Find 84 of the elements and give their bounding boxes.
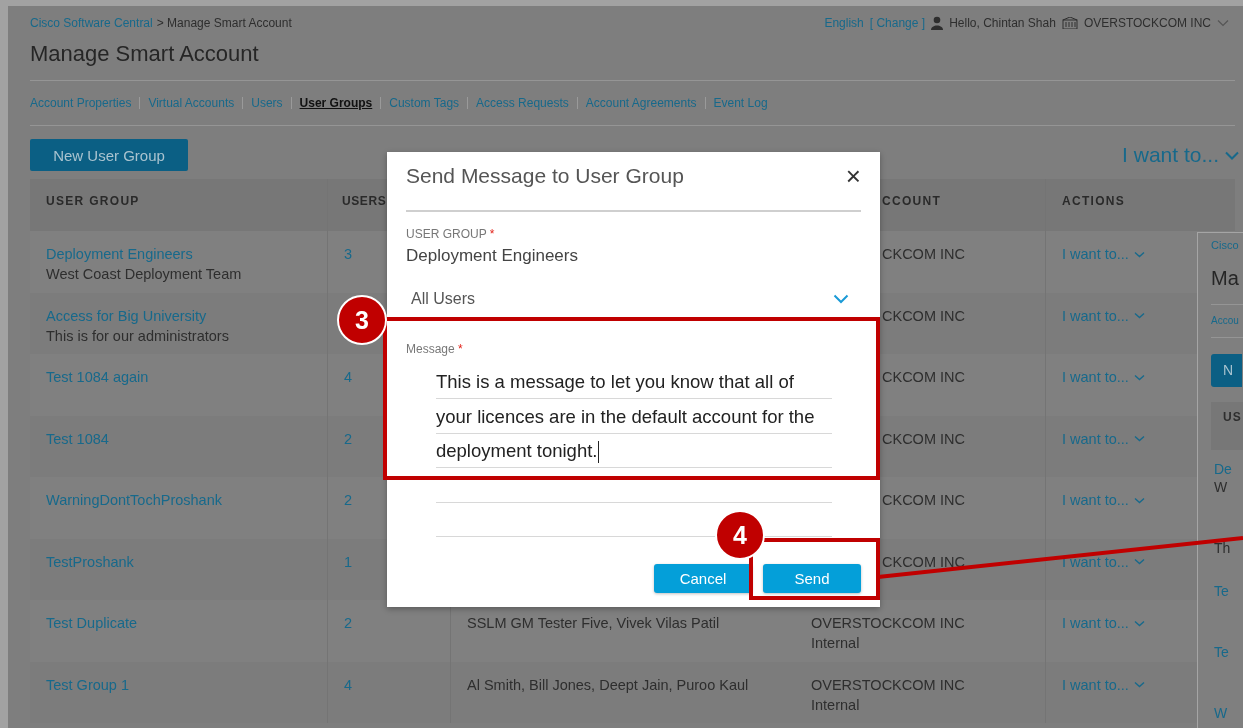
column-header: USER GROUP [45, 193, 141, 210]
users-count-link[interactable]: 2 [344, 490, 353, 510]
nav-tab[interactable]: Account Properties [30, 97, 140, 109]
account-text: CKCOM INC [882, 429, 966, 449]
group-description: This is for our administrators [46, 326, 230, 346]
user-group-value: Deployment Engineers [406, 245, 579, 267]
account-text: OVERSTOCKCOM INC [811, 675, 966, 695]
users-count-link[interactable]: 4 [344, 367, 353, 387]
account-text: CKCOM INC [882, 368, 966, 387]
nav-tab[interactable]: Virtual Accounts [139, 97, 243, 109]
members-text: Al Smith, Bill Jones, Deept Jain, Puroo Kaul [467, 676, 749, 693]
nav-tab[interactable]: Custom Tags [380, 97, 468, 109]
row-actions-menu[interactable]: I want to... [1062, 305, 1145, 326]
language-label: English [824, 16, 864, 30]
users-count-link[interactable]: 4 [344, 674, 353, 695]
nav-tab[interactable]: Event Log [704, 97, 776, 109]
chevron-down-icon [1133, 373, 1145, 381]
row-actions-menu[interactable]: I want to... [1062, 613, 1145, 633]
group-description: West Coast Deployment Team [46, 265, 243, 284]
cancel-button[interactable]: Cancel [654, 564, 752, 593]
column-header: CCOUNT [882, 194, 942, 208]
nav-tab[interactable]: Access Requests [467, 97, 577, 109]
account-text: CKCOM INC [882, 552, 966, 572]
group-name-link[interactable]: Test Duplicate [46, 613, 138, 633]
chevron-down-icon[interactable] [1217, 19, 1229, 27]
row-actions-menu[interactable]: I want to... [1062, 674, 1145, 695]
chevron-down-icon [1133, 558, 1145, 565]
user-icon [931, 16, 944, 30]
group-name-link[interactable]: WarningDontTochProshank [46, 490, 222, 510]
row-actions-menu[interactable]: I want to... [1062, 367, 1145, 387]
nav-tab[interactable]: Users [242, 97, 291, 109]
users-count-link[interactable]: 2 [344, 428, 353, 449]
preview-title: Ma [1211, 264, 1243, 305]
chevron-down-icon [1225, 150, 1239, 160]
required-mark: * [458, 342, 463, 356]
row-actions-menu[interactable]: I want to... [1062, 490, 1145, 510]
chevron-down-icon [1133, 619, 1145, 627]
preview-column-header: US [1223, 410, 1242, 424]
group-name-link[interactable]: Test 1084 again [46, 367, 149, 387]
group-name-link[interactable]: TestProshank [46, 551, 134, 572]
group-name-link[interactable]: Deployment Engineers [46, 244, 193, 264]
members-text: SSLM GM Tester Five, Vivek Vilas Patil [467, 615, 720, 631]
row-actions-menu[interactable]: I want to... [1062, 428, 1145, 449]
account-type-text: Internal [811, 695, 861, 715]
account-text: CKCOM INC [882, 491, 966, 510]
chevron-down-icon [1133, 681, 1145, 688]
group-name-link[interactable]: Test 1084 [46, 428, 109, 449]
preview-group-name: Te [1214, 582, 1230, 600]
row-actions-menu[interactable]: I want to... [1062, 244, 1145, 264]
chevron-down-icon [1133, 435, 1145, 442]
account-text: CKCOM INC [882, 245, 966, 264]
actions-menu[interactable]: I want to... [1122, 143, 1239, 167]
account-text: OVERSTOCKCOM INC [811, 614, 966, 633]
chevron-down-icon [833, 294, 849, 304]
send-button[interactable]: Send [763, 564, 861, 593]
close-button[interactable]: × [845, 164, 861, 188]
users-count-link[interactable]: 2 [344, 613, 353, 633]
new-user-group-button[interactable]: New User Group [30, 139, 188, 171]
breadcrumb-current: > Manage Smart Account [156, 16, 292, 30]
account-name: OVERSTOCKCOM INC [1083, 16, 1211, 30]
building-icon [1061, 17, 1078, 29]
breadcrumb-link[interactable]: Cisco Software Central [30, 16, 153, 30]
account-type-text: Internal [811, 634, 861, 653]
preview-group-name: W [1214, 704, 1229, 722]
chevron-down-icon [1133, 496, 1145, 504]
users-count-link[interactable]: 1 [344, 551, 353, 572]
change-language-link[interactable]: [ Change ] [869, 16, 926, 30]
preview-group-name: Te [1214, 643, 1230, 661]
preview-group-description: W [1214, 478, 1229, 496]
users-count-link[interactable]: 3 [344, 244, 353, 264]
preview-group-description: Th [1214, 539, 1232, 557]
chevron-down-icon [1133, 250, 1145, 258]
message-label: Message [406, 342, 455, 356]
group-name-link[interactable]: Test Group 1 [46, 674, 129, 695]
greeting-text: Hello, Chintan Shah [949, 16, 1056, 30]
group-name-link[interactable]: Access for Big University [46, 305, 207, 326]
chevron-down-icon [1133, 312, 1145, 319]
required-mark: * [489, 227, 495, 241]
recipients-dropdown[interactable]: All Users [406, 287, 861, 311]
preview-group-name: De [1214, 460, 1233, 478]
account-text: CKCOM INC [882, 306, 966, 326]
nav-tab[interactable]: Account Agreements [576, 97, 705, 109]
nav-tab[interactable]: User Groups [290, 97, 381, 109]
page-title: Manage Smart Account [30, 39, 1235, 81]
